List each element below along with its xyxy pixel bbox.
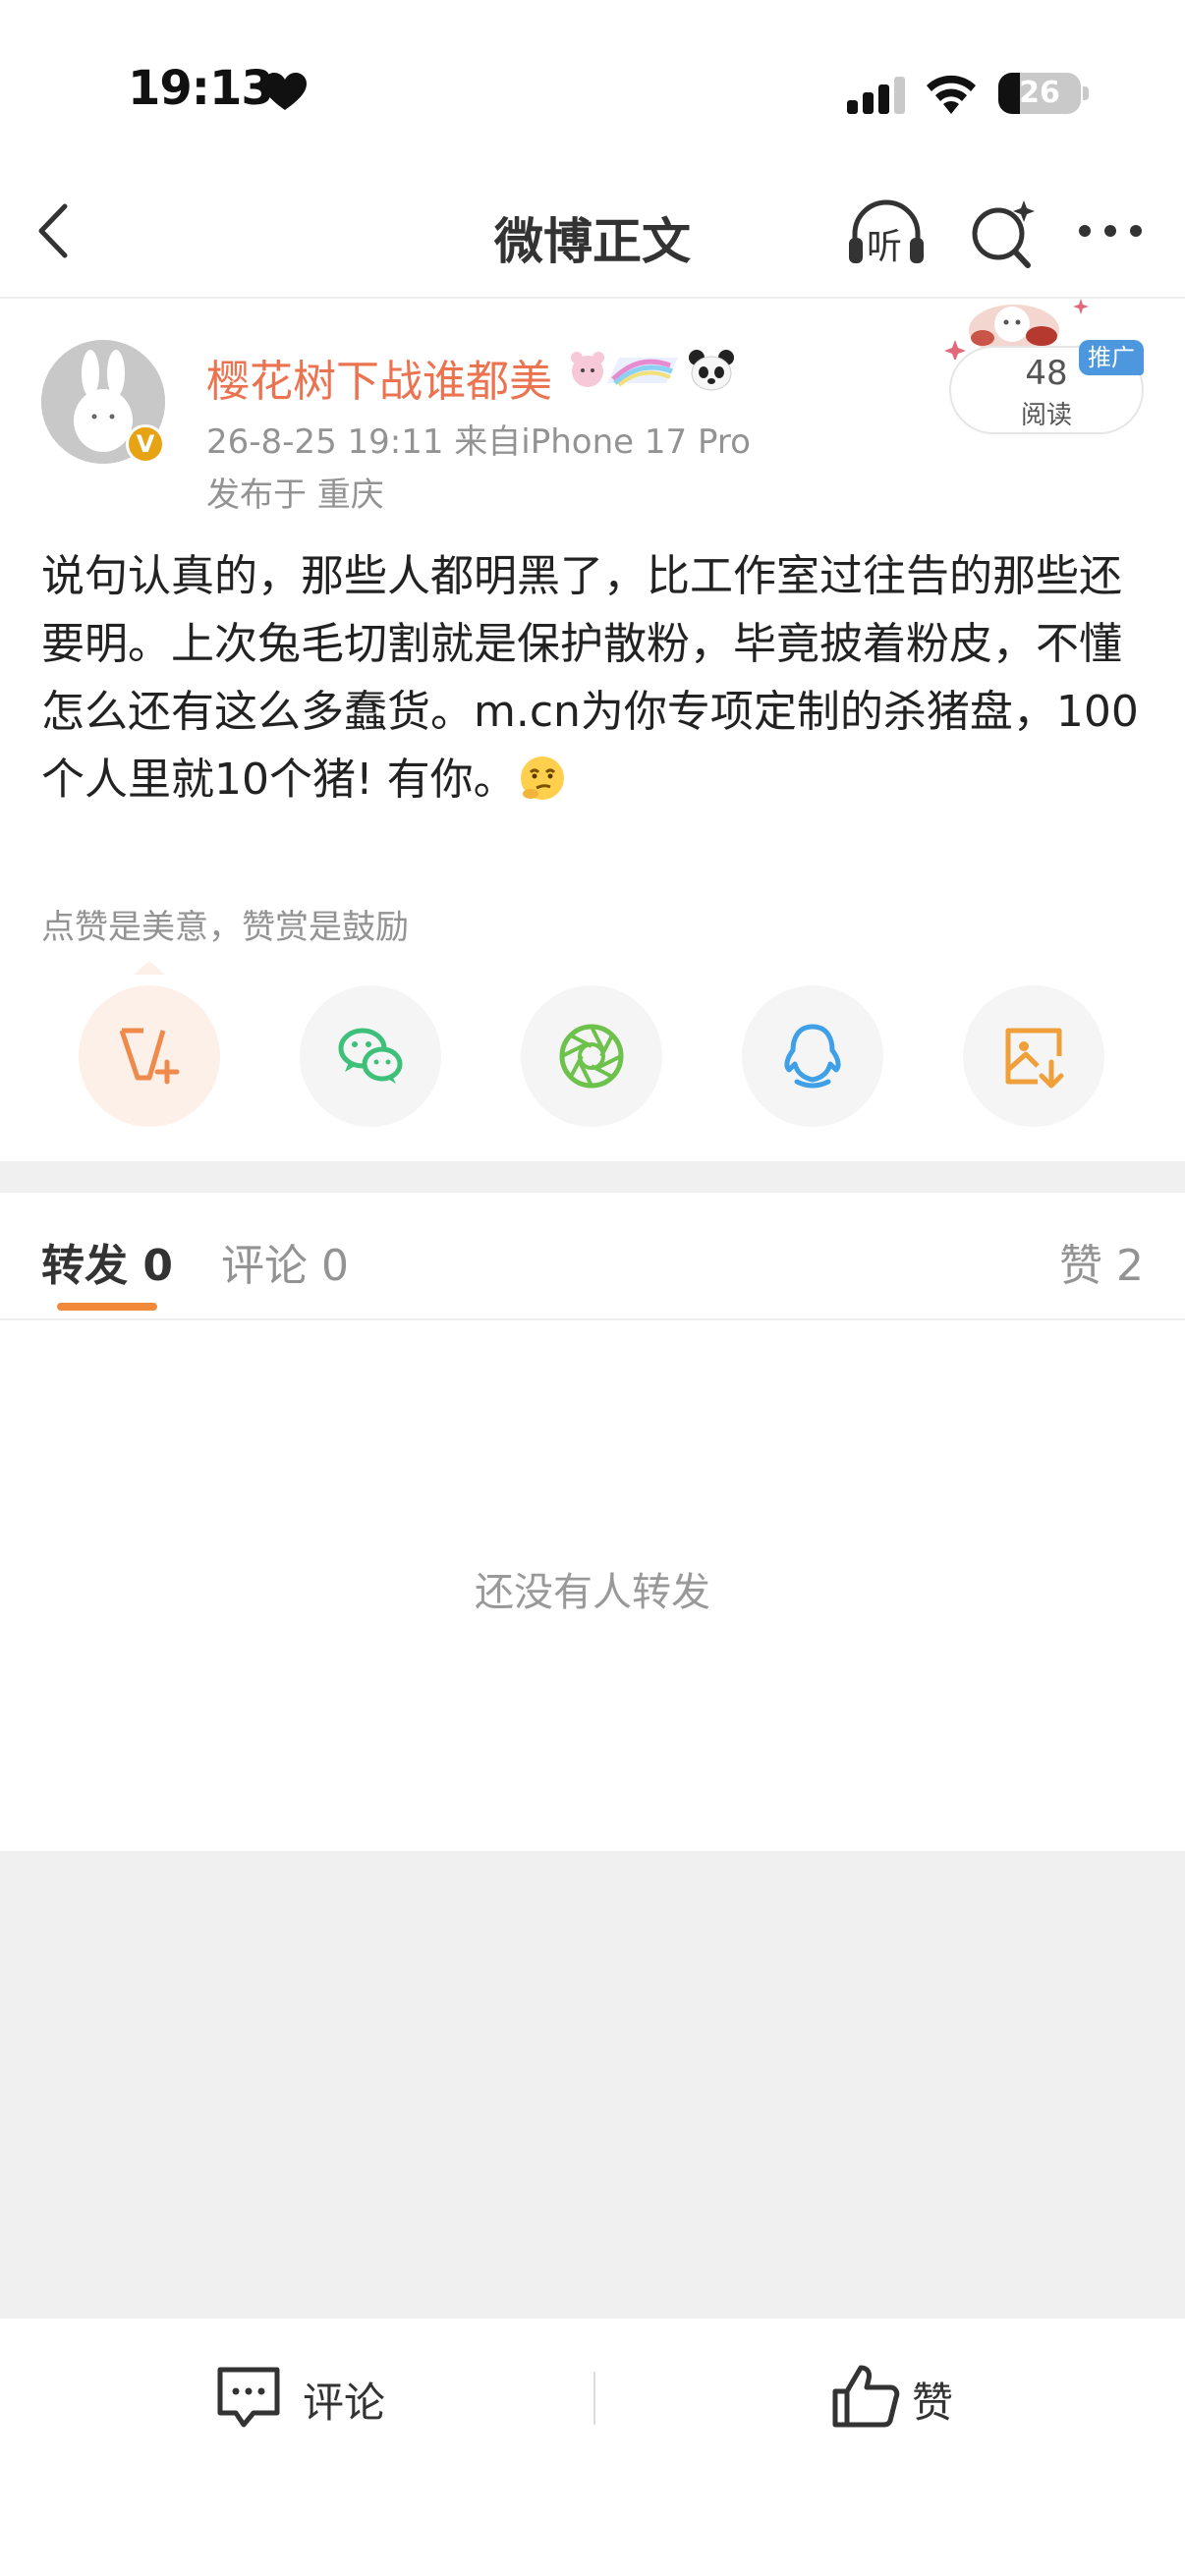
post-time-source: 26-8-25 19:11 来自iPhone 17 Pro [206, 422, 751, 462]
wechat-icon [338, 1028, 403, 1084]
battery-percent: 26 [1019, 76, 1060, 110]
tab-divider [0, 1318, 1185, 1320]
search-button[interactable] [963, 193, 1045, 271]
bottom-bar-divider [593, 2372, 595, 2425]
status-time: 19:13 [128, 61, 274, 116]
thinking-face-emoji-icon [520, 756, 564, 800]
post-content: 说句认真的，那些人都明黑了，比工作室过往告的那些还要明。上次兔毛切割就是保护散粉… [41, 542, 1152, 813]
like-label: 赞 [912, 2379, 954, 2427]
post-location: 发布于 重庆 [206, 476, 384, 515]
listen-label: 听 [867, 227, 903, 267]
thumbs-up-icon [832, 2365, 900, 2428]
listen-button[interactable]: 听 [845, 193, 928, 271]
share-v-plus-button[interactable] [79, 985, 220, 1127]
panda-icon [689, 350, 734, 391]
save-image-button[interactable] [963, 985, 1104, 1127]
empty-area [0, 1851, 1185, 2319]
share-wechat-button[interactable] [300, 985, 441, 1127]
read-label: 阅读 [1020, 401, 1072, 430]
tab-like[interactable]: 赞 2 [1059, 1230, 1144, 1293]
more-button[interactable] [1075, 206, 1146, 255]
empty-state-text: 还没有人转发 [475, 1570, 710, 1615]
share-moments-button[interactable] [521, 985, 662, 1127]
battery-indicator: 26 [998, 73, 1081, 114]
comment-icon [217, 2367, 280, 2428]
more-icon [1079, 225, 1142, 237]
tab-comment[interactable]: 评论 0 [221, 1230, 349, 1293]
post-text: 说句认真的，那些人都明黑了，比工作室过往告的那些还要明。上次兔毛切割就是保护散粉… [41, 551, 1139, 805]
promo-tag[interactable]: 推广 [1079, 340, 1144, 375]
bear-rainbow-badge-icon [571, 352, 678, 387]
section-gap [0, 1161, 1185, 1193]
share-qq-button[interactable] [742, 985, 883, 1127]
v-plus-icon [119, 1028, 180, 1085]
active-tab-indicator [57, 1303, 157, 1311]
cellular-signal-icon [847, 77, 905, 114]
tip-arrow [134, 961, 165, 975]
bottom-action-bar [0, 2319, 1185, 2576]
moments-icon [559, 1024, 624, 1089]
comment-button[interactable]: 评论 [214, 2364, 440, 2433]
verified-badge: V [126, 424, 165, 464]
search-sparkle-icon [972, 200, 1035, 268]
save-image-icon [1005, 1028, 1064, 1089]
qq-icon [784, 1024, 841, 1089]
username[interactable]: 樱花树下战谁都美 [206, 346, 552, 409]
like-button[interactable]: 赞 [831, 2362, 988, 2435]
heart-icon [263, 73, 307, 110]
praise-hint: 点赞是美意，赞赏是鼓励 [41, 908, 409, 947]
wifi-icon [927, 75, 976, 114]
comment-label: 评论 [303, 2379, 386, 2427]
tab-repost[interactable]: 转发 0 [41, 1230, 173, 1293]
battery-cap [1083, 86, 1089, 100]
